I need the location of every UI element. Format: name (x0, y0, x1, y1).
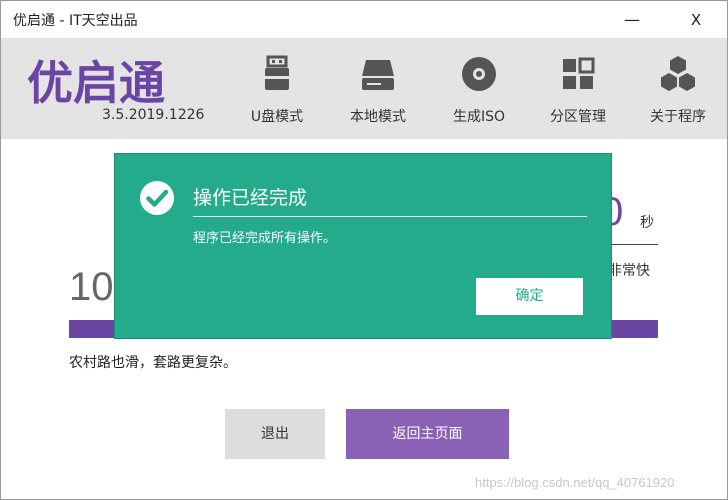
logo-text: 优启通 (27, 56, 165, 107)
minimize-button[interactable]: — (618, 7, 646, 33)
app-window: 优启通 - IT天空出品 — X 优启通 3.5.2019.1226 U盘模式 (0, 0, 728, 500)
dialog-message: 程序已经完成所有操作。 (193, 231, 337, 246)
exit-button[interactable]: 退出 (225, 409, 325, 459)
nav-make-iso[interactable]: 生成ISO (439, 50, 519, 130)
nav-usb-mode[interactable]: U盘模式 (237, 50, 317, 130)
speed-text: 非常快 (608, 263, 650, 279)
nav-about[interactable]: 关于程序 (638, 50, 718, 130)
version-label: 3.5.2019.1226 (102, 107, 205, 123)
slogan-text: 农村路也滑，套路更复杂。 (69, 355, 237, 371)
partition-grid-icon (563, 57, 595, 89)
check-circle-icon (140, 181, 174, 215)
background-number: 10 (69, 265, 114, 309)
nav-usb-mode-label: U盘模式 (250, 109, 304, 125)
title-bar: 优启通 - IT天空出品 — X (1, 1, 727, 38)
nav-partition[interactable]: 分区管理 (538, 50, 618, 130)
nav-about-label: 关于程序 (650, 109, 706, 125)
close-button[interactable]: X (682, 7, 710, 33)
back-to-home-button[interactable]: 返回主页面 (346, 409, 509, 459)
dialog-divider (193, 216, 587, 217)
nav-partition-label: 分区管理 (550, 109, 606, 125)
seconds-unit: 秒 (640, 215, 654, 231)
hexagons-icon (661, 56, 695, 91)
divider-line (606, 244, 658, 245)
window-title: 优启通 - IT天空出品 (13, 13, 138, 29)
watermark-url: https://blog.csdn.net/qq_40761920 (475, 475, 675, 490)
nav-make-iso-label: 生成ISO (452, 109, 506, 125)
app-logo: 优启通 (27, 56, 165, 107)
hard-disk-icon (362, 60, 394, 90)
dialog-title: 操作已经完成 (193, 187, 308, 209)
usb-drive-icon (265, 55, 289, 90)
disc-icon (462, 57, 496, 91)
completion-dialog: 操作已经完成 程序已经完成所有操作。 确定 (114, 153, 612, 339)
ok-button[interactable]: 确定 (476, 278, 583, 315)
header-toolbar: 优启通 3.5.2019.1226 U盘模式 本地模式 生成ISO 分区管理 关… (1, 38, 727, 139)
nav-local-mode-label: 本地模式 (350, 109, 406, 125)
nav-local-mode[interactable]: 本地模式 (338, 50, 418, 130)
